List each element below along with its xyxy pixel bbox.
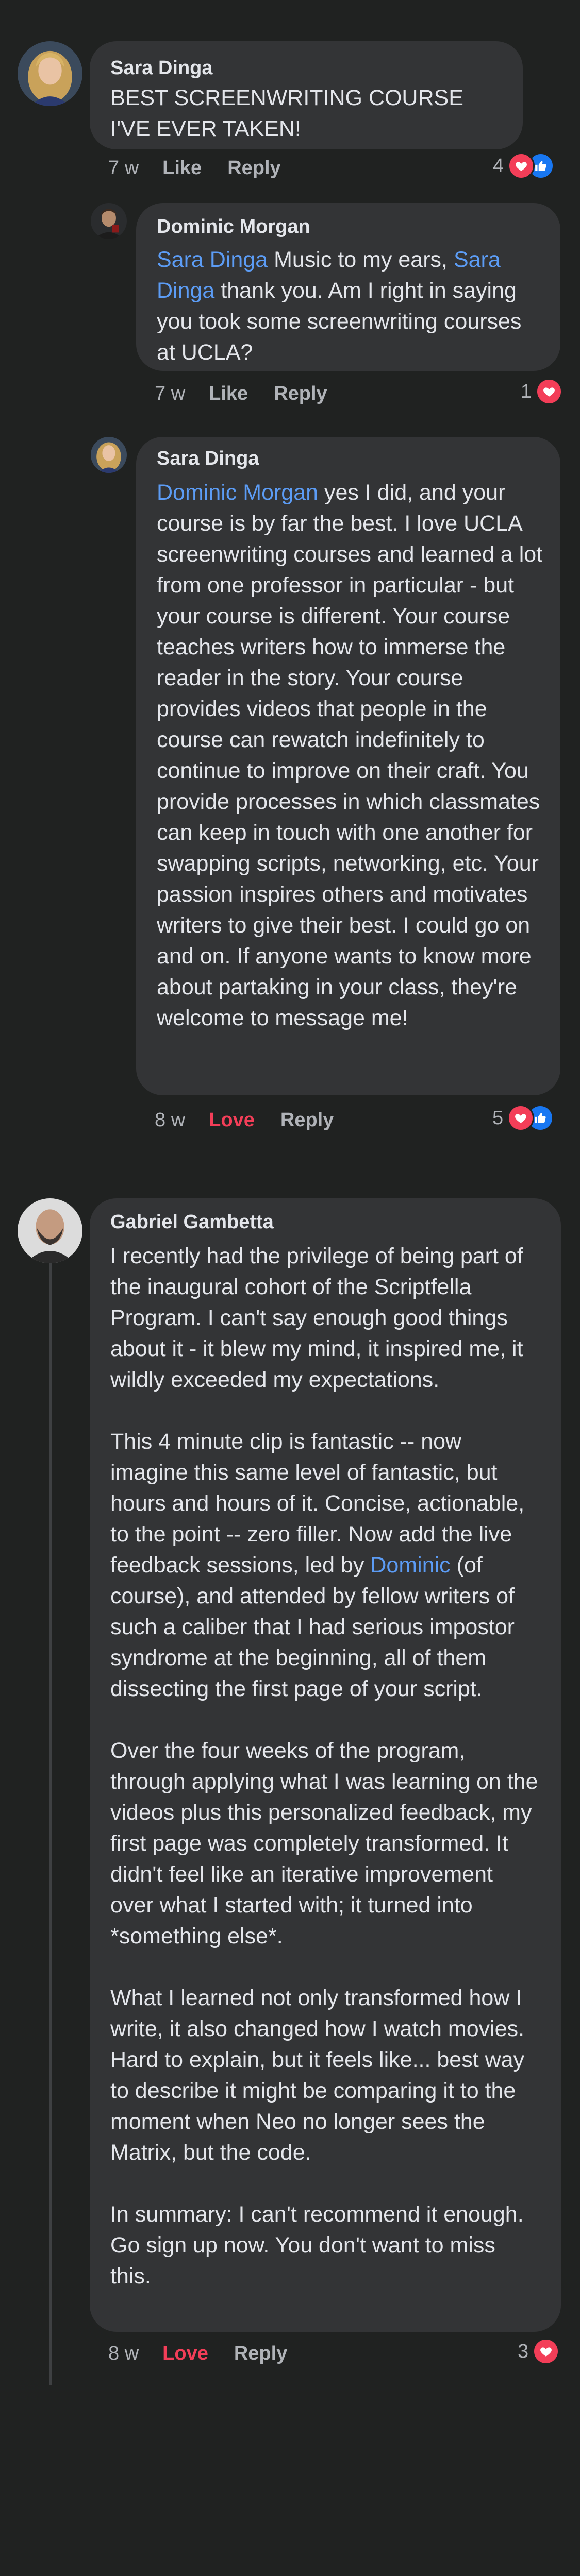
mention-link[interactable]: Dominic xyxy=(370,1553,450,1578)
avatar-image xyxy=(91,203,127,239)
heart-icon xyxy=(508,152,535,179)
comment-text: I recently had the privilege of being pa… xyxy=(110,1241,540,2292)
thread-connector xyxy=(49,196,89,223)
reply-button[interactable]: Reply xyxy=(274,381,327,406)
heart-icon xyxy=(507,1105,535,1131)
comment-author[interactable]: Dominic Morgan xyxy=(157,214,540,239)
comment-bubble: Dominic Morgan Sara Dinga Music to my ea… xyxy=(136,203,560,371)
avatar-image xyxy=(18,41,82,106)
comment-author[interactable]: Sara Dinga xyxy=(110,56,502,80)
reactions-summary[interactable]: 5 xyxy=(492,1105,554,1131)
comment-bubble: Sara Dinga Dominic Morgan yes I did, and… xyxy=(136,437,560,1095)
like-button[interactable]: Like xyxy=(209,381,248,406)
reaction-count: 3 xyxy=(518,2341,529,2362)
reactions-summary[interactable]: 4 xyxy=(493,152,555,179)
comment-text-part: Music to my ears, xyxy=(268,247,454,272)
comment-text: BEST SCREENWRITING COURSE I'VE EVER TAKE… xyxy=(110,86,470,141)
love-button[interactable]: Love xyxy=(209,1108,255,1132)
comment-author[interactable]: Gabriel Gambetta xyxy=(110,1210,540,1234)
comment-actions: 8 w Love Reply xyxy=(155,1108,359,1132)
reaction-count: 4 xyxy=(493,155,504,177)
comment-actions: 8 w Love Reply xyxy=(108,2341,313,2366)
avatar[interactable] xyxy=(18,1198,82,1263)
like-button[interactable]: Like xyxy=(162,156,202,180)
comment-text-part: I recently had the privilege of being pa… xyxy=(110,1244,525,1578)
heart-icon xyxy=(536,378,563,405)
reactions-summary[interactable]: 3 xyxy=(518,2338,560,2365)
comment-text-part: yes I did, and your course is by far the… xyxy=(157,480,549,1030)
comment-timestamp[interactable]: 8 w xyxy=(108,2341,139,2366)
comment-text: Sara Dinga Music to my ears, Sara Dinga … xyxy=(157,244,541,368)
comment-timestamp[interactable]: 8 w xyxy=(155,1108,185,1132)
love-button[interactable]: Love xyxy=(162,2341,208,2366)
comment-timestamp[interactable]: 7 w xyxy=(108,156,139,180)
avatar-image xyxy=(91,437,127,473)
avatar-image xyxy=(18,1198,82,1263)
avatar[interactable] xyxy=(18,41,82,106)
comment-bubble: Sara Dinga BEST SCREENWRITING COURSE I'V… xyxy=(90,41,523,149)
reply-button[interactable]: Reply xyxy=(234,2341,287,2366)
comment-actions: 7 w Like Reply xyxy=(108,156,307,180)
avatar[interactable] xyxy=(91,437,127,473)
reaction-count: 5 xyxy=(492,1107,504,1129)
reaction-count: 1 xyxy=(521,381,532,402)
reply-button[interactable]: Reply xyxy=(280,1108,334,1132)
reply-button[interactable]: Reply xyxy=(227,156,280,180)
reactions-summary[interactable]: 1 xyxy=(521,378,563,405)
comment-actions: 7 w Like Reply xyxy=(155,381,353,406)
avatar[interactable] xyxy=(91,203,127,239)
comment-text: Dominic Morgan yes I did, and your cours… xyxy=(157,477,543,1033)
comment-text-part: (of course), and attended by fellow writ… xyxy=(110,1553,538,2289)
mention-link[interactable]: Dominic Morgan xyxy=(157,480,318,505)
mention-link[interactable]: Sara Dinga xyxy=(157,247,268,272)
thread-line xyxy=(49,1216,52,2385)
comment-author[interactable]: Sara Dinga xyxy=(157,446,540,471)
heart-icon xyxy=(533,2338,560,2365)
comment-timestamp[interactable]: 7 w xyxy=(155,381,185,406)
comment-bubble: Gabriel Gambetta I recently had the priv… xyxy=(90,1198,561,2332)
